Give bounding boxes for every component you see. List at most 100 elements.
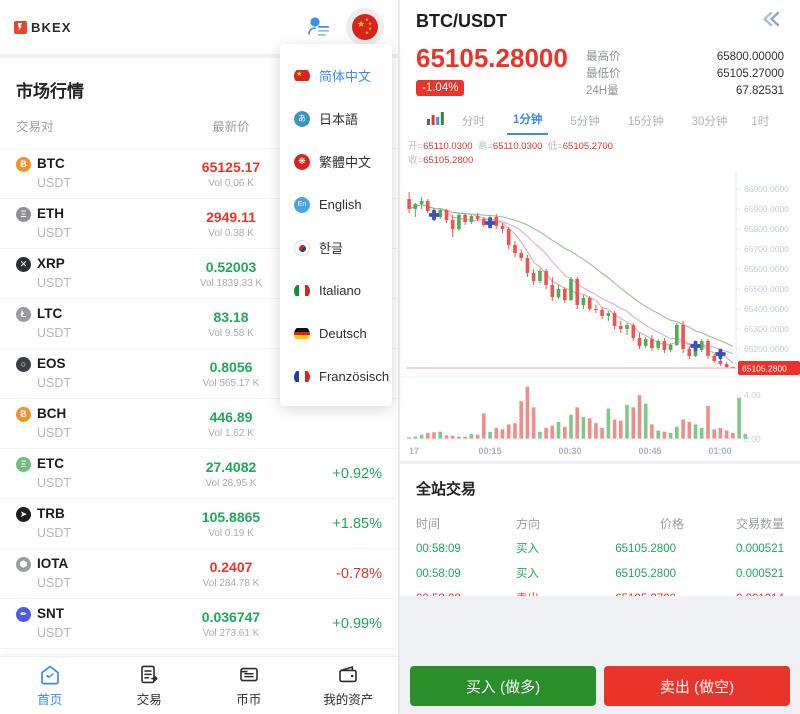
language-item-7[interactable]: Französisch — [280, 355, 392, 398]
nav-item-assets[interactable]: 我的资产 — [299, 657, 399, 714]
coin-symbol: EOS — [37, 355, 66, 371]
svg-text:0.00: 0.00 — [744, 434, 761, 444]
quote-card: 65105.28000 -1.04% 最高价 65800.00000 最低价 6… — [400, 42, 800, 135]
double-chevron-back-icon[interactable] — [760, 10, 786, 33]
timeframe-tab-0[interactable]: 分时 — [456, 110, 491, 135]
language-flag-button[interactable]: ★ ★ ★ ★ ★ — [346, 8, 384, 46]
coin-volume: Vol 273.61 K — [202, 627, 260, 639]
hongkong-flag-icon: ❋ — [294, 153, 310, 170]
svg-text:00:45: 00:45 — [638, 446, 661, 456]
stat-high-value: 65800.00000 — [716, 51, 784, 63]
coin-base: USDT — [37, 526, 72, 541]
timeframe-items: 分时1分钟5分钟15分钟30分钟1时1天1周1月 — [456, 108, 800, 135]
market-row-etc[interactable]: Ξ ETC USDT 27.4082 Vol 28.95 K +0.92% — [0, 448, 398, 498]
chart-canvas[interactable]: 66000.0000 65900.0000 65800.0000 65700.0000… — [400, 170, 800, 461]
nav-item-home[interactable]: 首页 — [0, 657, 100, 714]
candlestick-indicator-icon[interactable] — [426, 110, 446, 132]
coin-cell: ○ EOS USDT — [16, 355, 166, 394]
coin-price: 446.89 — [209, 408, 253, 425]
symbol-header: BTC/USDT — [400, 0, 800, 42]
btc-coin-icon: Ƀ — [16, 156, 31, 172]
bch-coin-icon: Ƀ — [16, 406, 31, 422]
language-item-0[interactable]: ★ 简体中文 — [280, 54, 392, 97]
coin-volume: Vol 565.17 K — [202, 377, 260, 389]
coin-symbol: ETH — [37, 205, 64, 221]
trade-amount: 0.000521 — [736, 567, 784, 580]
trade-amount: 0.000521 — [736, 542, 784, 555]
coin-base: USDT — [37, 626, 72, 641]
trade-price: 65105.2800 — [615, 542, 676, 555]
coin-cell: Ξ ETH USDT — [16, 205, 166, 244]
order-action-bar: 买入 (做多) 卖出 (做空) — [400, 658, 800, 714]
header-actions: ★ ★ ★ ★ ★ — [306, 8, 384, 46]
nav-item-coin[interactable]: 币币 — [199, 657, 299, 714]
buy-long-button[interactable]: 买入 (做多) — [410, 666, 596, 706]
wallet-icon — [339, 665, 358, 682]
market-row-trb[interactable]: ➤ TRB USDT 105.8865 Vol 0.19 K +1.85% — [0, 498, 398, 548]
svg-text:65600.0000: 65600.0000 — [744, 264, 789, 274]
nav-item-trade[interactable]: 交易 — [100, 657, 200, 714]
timeframe-tab-2[interactable]: 5分钟 — [564, 110, 605, 135]
language-item-3[interactable]: En English — [280, 183, 392, 226]
trb-coin-icon: ➤ — [16, 506, 31, 522]
trades-rows: 00:58:09 买入 65105.2800 0.000521 00:58:09 买入 65… — [416, 537, 784, 596]
coin-base: USDT — [37, 326, 72, 341]
price-chart-card[interactable]: 开=65110.0300 高=65110.0300 低=65105.2700 收… — [400, 134, 800, 461]
language-item-2[interactable]: ❋ 繁體中文 — [280, 140, 392, 183]
ohlc-legend: 开=65110.0300 高=65110.0300 低=65105.2700 收… — [400, 134, 800, 171]
language-label: 日本語 — [319, 112, 359, 127]
timeframe-tab-3[interactable]: 15分钟 — [622, 110, 670, 135]
market-row-iota[interactable]: ⬢ IOTA USDT 0.2407 Vol 284.78 K -0.78% — [0, 548, 398, 598]
coin-price: 65125.17 — [201, 158, 261, 175]
coin-cell: ⬢ IOTA USDT — [16, 555, 166, 594]
coin-price: 27.4082 — [205, 458, 257, 475]
language-item-1[interactable]: あ日本語 — [280, 97, 392, 140]
language-items: ★ 简体中文あ日本語 ❋ 繁體中文 En English 한글 Italiano Deutsch… — [280, 54, 392, 398]
coin-cell: Ł LTC USDT — [16, 305, 166, 344]
timeframe-tab-5[interactable]: 1时 — [745, 110, 775, 135]
language-label: 한글 — [319, 241, 343, 256]
trade-time: 00:58:09 — [416, 567, 461, 580]
user-profile-icon[interactable] — [306, 15, 332, 39]
svg-text:65400.0000: 65400.0000 — [744, 304, 789, 314]
english-flag-icon: En — [294, 196, 310, 213]
korea-flag-icon — [294, 239, 310, 256]
timeframe-tab-1[interactable]: 1分钟 — [507, 108, 549, 135]
trade-row: 00:58:09 买入 65105.2800 0.000521 — [416, 562, 784, 587]
coin-base: USDT — [37, 176, 72, 191]
stats-block: 最高价 65800.00000 最低价 65105.27000 24H量 67.… — [586, 44, 784, 100]
trade-price: 65105.2800 — [615, 567, 676, 580]
language-dropdown-menu[interactable]: ★ 简体中文あ日本語 ❋ 繁體中文 En English 한글 Italiano Deutsch… — [280, 44, 392, 406]
sell-short-button[interactable]: 卖出 (做空) — [604, 666, 790, 706]
language-label: 简体中文 — [319, 69, 372, 84]
price-cell: 0.036747 Vol 273.61 K — [166, 608, 296, 640]
market-row-snt[interactable]: ✒ SNT USDT 0.036747 Vol 273.61 K +0.99% — [0, 598, 398, 648]
coin-symbol: XRP — [37, 255, 65, 271]
trade-side: 卖出 — [516, 587, 596, 596]
app-root: BKEX ★ ★ ★ ★ ★ 市场行情 交易对 最新价 Ƀ BTC USDT 6… — [0, 0, 800, 714]
trade-amount: 0.001914 — [704, 587, 784, 596]
stat-low: 最低价 65105.27000 — [586, 66, 784, 83]
ohlc-high-label: 高= — [477, 141, 493, 152]
coin-base: USDT — [37, 576, 72, 591]
brand-logo[interactable]: BKEX — [14, 20, 72, 35]
nav-label-home: 首页 — [37, 692, 63, 707]
coin-volume: Vol 284.78 K — [202, 577, 260, 589]
coin-symbol: BTC — [37, 155, 65, 171]
language-item-6[interactable]: Deutsch — [280, 312, 392, 355]
timeframe-tab-4[interactable]: 30分钟 — [686, 110, 734, 135]
svg-text:65700.0000: 65700.0000 — [744, 244, 789, 254]
coin-symbol: TRB — [37, 505, 65, 521]
market-pane: BKEX ★ ★ ★ ★ ★ 市场行情 交易对 最新价 Ƀ BTC USDT 6… — [0, 0, 398, 714]
trade-row: 00:58:08卖出65105.27000.001914 — [416, 587, 784, 596]
iota-coin-icon: ⬢ — [16, 556, 31, 572]
germany-flag-icon — [294, 326, 310, 342]
ohlc-open-value: 65110.0300 — [423, 141, 473, 152]
language-item-5[interactable]: Italiano — [280, 269, 392, 312]
language-label: English — [319, 197, 362, 212]
coin-base: USDT — [37, 476, 72, 491]
language-item-4[interactable]: 한글 — [280, 226, 392, 269]
stat-high: 最高价 65800.00000 — [586, 49, 784, 66]
stat-low-label: 最低价 — [586, 68, 621, 80]
ohlc-open-label: 开= — [408, 141, 424, 152]
